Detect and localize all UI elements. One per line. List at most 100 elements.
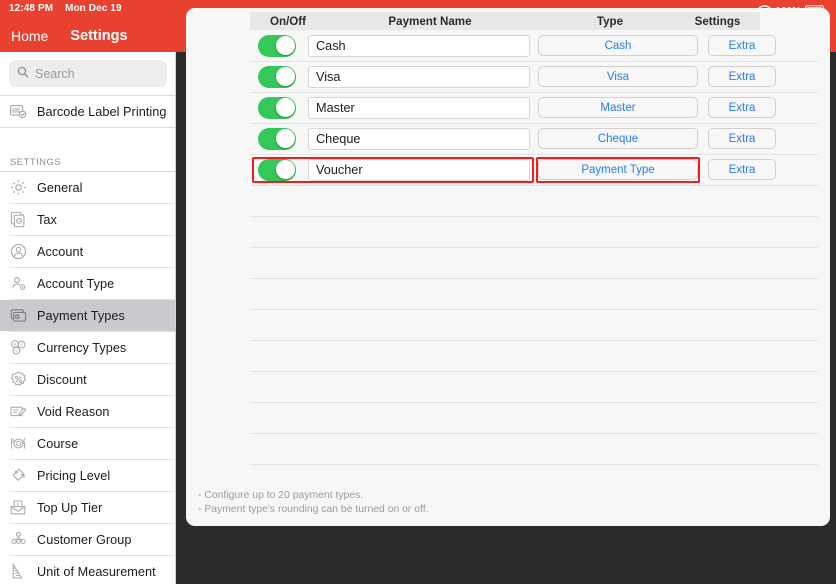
sidebar-item-barcode-label-printing[interactable]: Barcode Label Printing [0,96,176,127]
sidebar-item-course[interactable]: Course [0,428,176,459]
extra-settings-button[interactable]: Extra [708,159,778,180]
enable-toggle[interactable] [258,158,302,181]
person-gear-icon [9,274,28,293]
sidebar-item-account[interactable]: Account [0,236,176,267]
sidebar-item-label: General [37,180,83,195]
payment-types-table: Cash Cash Extra Visa Visa Extra Master Master Ex… [186,30,830,495]
sidebar-item-label: Course [37,436,79,451]
table-row-empty[interactable] [186,371,830,402]
table-row[interactable]: Master Master Extra [186,92,830,123]
table-row[interactable]: Visa Visa Extra [186,61,830,92]
sidebar-item-label: Account [37,244,84,259]
plate-cutlery-icon [9,434,28,453]
note-pencil-icon [9,402,28,421]
extra-settings-button[interactable]: Extra [708,97,778,118]
price-tag-up-icon [9,466,28,485]
gear-icon [9,178,28,197]
sidebar-item-tax[interactable]: TAX Tax [0,204,176,235]
sidebar-group-spacer [0,128,176,148]
column-header-settings: Settings [694,14,741,28]
table-row-empty[interactable] [186,278,830,309]
payment-type-button[interactable]: Cheque [538,128,698,149]
payment-type-button[interactable]: Payment Type [538,159,698,180]
sidebar-header: 12:48 PM Mon Dec 19 Home Settings [0,0,176,52]
table-row-empty[interactable] [186,185,830,216]
enable-toggle[interactable] [258,127,302,150]
column-header-onoff: On/Off [269,14,307,28]
barcode-icon [9,102,28,121]
ruler-icon [9,562,28,581]
search-input[interactable]: Search [9,60,167,87]
sidebar-item-label: Unit of Measurement [37,564,156,579]
sidebar-item-label: Customer Group [37,532,132,547]
sidebar-item-payment-types[interactable]: $ Payment Types [0,300,176,331]
sidebar-item-label: Barcode Label Printing [37,104,167,119]
table-header: On/Off Payment Name Type Settings [250,12,760,30]
table-row-empty[interactable] [186,309,830,340]
payment-name-field[interactable]: Cheque [308,127,530,150]
card-stack-icon: $ [9,306,28,325]
column-header-type: Type [596,14,624,28]
people-group-icon [9,530,28,549]
sidebar-item-customer-group[interactable]: Customer Group [0,524,176,555]
payment-name-field[interactable]: Master [308,96,530,119]
footer-notes: - Configure up to 20 payment types. - Pa… [198,489,798,516]
envelope-cash-icon: $ [9,498,28,517]
sidebar-item-label: Discount [37,372,87,387]
table-row[interactable]: Cash Cash Extra [186,30,830,61]
enable-toggle[interactable] [258,96,302,119]
sidebar-item-label: Top Up Tier [37,500,103,515]
sidebar-item-void-reason[interactable]: Void Reason [0,396,176,427]
payment-type-button[interactable]: Cash [538,35,698,56]
ipad-settings-screen: 12:48 PM Mon Dec 19 Home Settings Search… [0,0,836,584]
payment-name-field[interactable]: Visa [308,65,530,88]
payment-type-button[interactable]: Master [538,97,698,118]
search-icon [17,65,29,83]
sidebar-group-label: SETTINGS [0,148,176,171]
column-header-payment-name: Payment Name [388,14,472,28]
status-date: Mon Dec 19 [65,3,122,14]
table-row-empty[interactable] [186,247,830,278]
table-row-empty[interactable] [186,340,830,371]
status-time: 12:48 PM [9,3,54,14]
enable-toggle[interactable] [258,65,302,88]
sidebar: 12:48 PM Mon Dec 19 Home Settings Search… [0,0,176,584]
extra-settings-button[interactable]: Extra [708,35,778,56]
main-pane: 100% + Edit General Payment Types Save O… [176,0,836,584]
sidebar-item-currency-types[interactable]: $ £ € Currency Types [0,332,176,363]
sidebar-item-discount[interactable]: Discount [0,364,176,395]
payment-name-field[interactable]: Cash [308,34,530,57]
sidebar-item-pricing-level[interactable]: Pricing Level [0,460,176,491]
extra-settings-button[interactable]: Extra [708,66,778,87]
tax-document-icon: TAX [9,210,28,229]
search-placeholder: Search [35,66,75,81]
payment-type-button[interactable]: Visa [538,66,698,87]
payment-types-panel: On/Off Payment Name Type Settings Cash Ca… [186,8,830,526]
sidebar-edge [175,52,176,584]
svg-text:$: $ [16,315,18,319]
payment-name-field[interactable]: Voucher [308,158,530,181]
extra-settings-button[interactable]: Extra [708,128,778,149]
percent-badge-icon [9,370,28,389]
table-row-empty[interactable] [186,433,830,464]
sidebar-item-general[interactable]: General [0,172,176,203]
sidebar-item-label: Pricing Level [37,468,111,483]
footer-line-2: - Payment type's rounding can be turned … [198,503,429,515]
table-row-empty[interactable] [186,402,830,433]
sidebar-item-label: Currency Types [37,340,127,355]
svg-text:TAX: TAX [16,219,23,223]
table-row[interactable]: Voucher Payment Type Extra [186,154,830,185]
enable-toggle[interactable] [258,34,302,57]
table-row[interactable]: Cheque Cheque Extra [186,123,830,154]
svg-text:$: $ [14,341,17,346]
table-row-empty[interactable] [186,216,830,247]
sidebar-nav-row: Home Settings [0,19,176,52]
home-back-button[interactable]: Home [11,28,48,44]
person-circle-icon [9,242,28,261]
sidebar-item-unit-of-measurement[interactable]: Unit of Measurement [0,556,176,584]
status-bar-left: 12:48 PM Mon Dec 19 [9,3,122,14]
coins-icon: $ £ € [9,338,28,357]
sidebar-title: Settings [70,27,128,44]
sidebar-item-top-up-tier[interactable]: $ Top Up Tier [0,492,176,523]
sidebar-item-account-type[interactable]: Account Type [0,268,176,299]
